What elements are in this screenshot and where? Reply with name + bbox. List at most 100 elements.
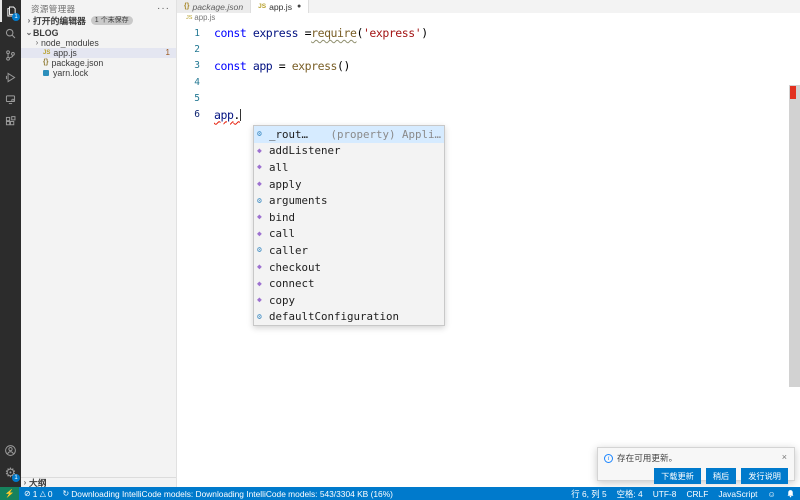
run-debug-icon[interactable]	[0, 66, 21, 88]
more-actions-icon[interactable]: ···	[157, 3, 170, 14]
line-number: 1	[177, 28, 214, 39]
scrollbar-slider[interactable]	[789, 85, 800, 387]
code-line-6[interactable]: 6app.	[177, 106, 800, 122]
encoding[interactable]: UTF-8	[648, 487, 682, 500]
line-number: 5	[177, 93, 214, 104]
tree-item-label: package.json	[51, 58, 103, 68]
suggest-item-all[interactable]: ◆all	[254, 159, 444, 176]
line-number: 4	[177, 77, 214, 88]
suggest-item-caller[interactable]: ⚙caller	[254, 242, 444, 259]
indentation[interactable]: 空格: 4	[612, 487, 648, 500]
modified-dot-icon[interactable]: ●	[297, 3, 301, 10]
extensions-icon[interactable]	[0, 110, 21, 132]
tree-item-yarn-lock[interactable]: yarn.lock	[21, 68, 176, 78]
code-line-4[interactable]: 4	[177, 74, 800, 90]
sidebar-header: 资源管理器 ···	[21, 0, 176, 15]
feedback-smiley-icon[interactable]: ☺	[762, 487, 781, 500]
tab-app-js[interactable]: JS app.js ●	[251, 0, 309, 13]
suggest-item-arguments[interactable]: ⚙arguments	[254, 192, 444, 209]
suggest-item-bind[interactable]: ◆bind	[254, 209, 444, 226]
error-count: 1	[33, 489, 38, 499]
activity-bar: 1 ⚙ 1	[0, 0, 21, 487]
suggest-item-connect[interactable]: ◆connect	[254, 275, 444, 292]
suggest-label: checkout	[269, 261, 321, 274]
eol-sequence[interactable]: CRLF	[681, 487, 713, 500]
status-bar: ⚡ ⊘ 1 △ 0 ↻ Downloading IntelliCode mode…	[0, 487, 800, 500]
breadcrumb-file: app.js	[194, 13, 215, 22]
problems-indicator[interactable]: ⊘ 1 △ 0	[19, 487, 58, 500]
sync-icon: ↻	[63, 489, 70, 498]
cursor-position[interactable]: 行 6, 列 5	[566, 487, 611, 500]
suggest-item-_rout[interactable]: ⚙_rout…(property) Appli…	[254, 126, 444, 143]
suggest-item-apply[interactable]: ◆apply	[254, 176, 444, 193]
language-mode[interactable]: JavaScript	[713, 487, 762, 500]
code-text: const app = express()	[214, 59, 350, 73]
method-kind-icon: ◆	[257, 179, 269, 189]
status-bar-right: 行 6, 列 5 空格: 4 UTF-8 CRLF JavaScript ☺	[566, 487, 800, 500]
remote-indicator[interactable]: ⚡	[0, 487, 19, 500]
tree-item-package-json[interactable]: {}package.json	[21, 58, 176, 68]
method-kind-icon: ◆	[257, 212, 269, 222]
explorer-icon[interactable]: 1	[0, 0, 21, 22]
property-kind-icon: ⚙	[257, 196, 269, 206]
json-file-icon: {}	[43, 58, 48, 68]
warning-icon: △	[40, 489, 46, 498]
info-icon: i	[604, 454, 613, 463]
suggest-item-call[interactable]: ◆call	[254, 226, 444, 243]
open-editors-section[interactable]: › 打开的编辑器 1 个未保存	[21, 15, 176, 26]
suggest-label: call	[269, 227, 295, 240]
later-button[interactable]: 稍后	[706, 468, 736, 484]
close-icon[interactable]: ×	[780, 452, 789, 462]
method-kind-icon: ◆	[257, 295, 269, 305]
account-icon[interactable]	[0, 439, 21, 461]
breadcrumb[interactable]: JS app.js	[177, 13, 800, 22]
explorer-sidebar: 资源管理器 ··· › 打开的编辑器 1 个未保存 ⌄BLOG›node_mod…	[21, 0, 177, 487]
method-kind-icon: ◆	[257, 162, 269, 172]
outline-section[interactable]: › 大纲	[21, 477, 176, 487]
update-notification: i 存在可用更新。 × 下载更新 稍后 发行说明	[597, 447, 795, 481]
code-text: app.	[214, 108, 240, 122]
js-file-icon: JS	[258, 3, 266, 10]
overview-error-marker	[790, 86, 796, 99]
intellicode-download-status[interactable]: ↻ Downloading IntelliCode models: Downlo…	[58, 487, 398, 500]
tree-item-node-modules[interactable]: ›node_modules	[21, 38, 176, 48]
suggest-item-defaultconfiguration[interactable]: ⚙defaultConfiguration	[254, 309, 444, 326]
search-icon[interactable]	[0, 22, 21, 44]
suggest-label: defaultConfiguration	[269, 310, 399, 323]
code-line-5[interactable]: 5	[177, 90, 800, 106]
suggest-label: arguments	[269, 194, 328, 207]
suggest-label: apply	[269, 178, 302, 191]
tree-item-label: yarn.lock	[53, 68, 88, 78]
release-notes-button[interactable]: 发行说明	[741, 468, 788, 484]
code-lines: 1const express =require('express')23cons…	[177, 25, 800, 123]
suggest-label: caller	[269, 244, 308, 257]
code-line-3[interactable]: 3const app = express()	[177, 58, 800, 74]
suggest-item-copy[interactable]: ◆copy	[254, 292, 444, 309]
download-update-button[interactable]: 下载更新	[654, 468, 701, 484]
tab-label: app.js	[269, 2, 292, 12]
suggest-widget: ⚙_rout…(property) Appli…◆addListener◆all…	[253, 125, 445, 326]
chevron-icon: ›	[33, 38, 41, 48]
code-line-2[interactable]: 2	[177, 41, 800, 57]
remote-explorer-icon[interactable]	[0, 88, 21, 110]
tree-item-blog[interactable]: ⌄BLOG	[21, 28, 176, 38]
explorer-badge: 1	[12, 13, 20, 21]
notifications-bell-icon[interactable]	[781, 487, 800, 500]
unsaved-badge: 1 个未保存	[91, 16, 133, 25]
sidebar-title: 资源管理器	[31, 3, 76, 15]
source-control-icon[interactable]	[0, 44, 21, 66]
method-kind-icon: ◆	[257, 229, 269, 239]
chevron-icon: ⌄	[25, 28, 33, 38]
tab-package-json[interactable]: {} package.json	[177, 0, 251, 13]
suggest-item-checkout[interactable]: ◆checkout	[254, 259, 444, 276]
tree-item-app-js[interactable]: JSapp.js1	[21, 48, 176, 58]
settings-gear-icon[interactable]: ⚙ 1	[0, 461, 21, 483]
problems-badge: 1	[166, 48, 170, 58]
method-kind-icon: ◆	[257, 146, 269, 156]
suggest-item-addlistener[interactable]: ◆addListener	[254, 143, 444, 160]
chevron-right-icon: ›	[25, 16, 33, 26]
code-editor[interactable]: 1const express =require('express')23cons…	[177, 22, 800, 123]
suggest-label: _rout…	[269, 128, 308, 141]
vscode-window: 1 ⚙ 1 资源管理器 ·	[0, 0, 800, 500]
code-line-1[interactable]: 1const express =require('express')	[177, 25, 800, 41]
